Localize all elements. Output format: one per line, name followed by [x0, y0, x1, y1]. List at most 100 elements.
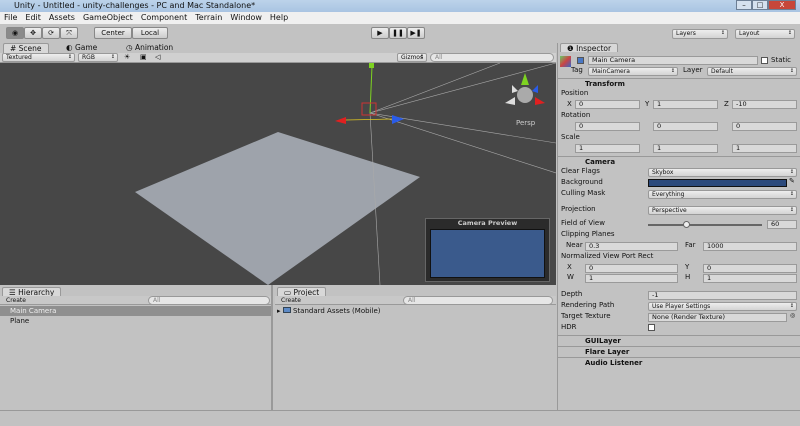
- camera-frustum-line: [369, 63, 501, 114]
- audio-listener-title: Audio Listener: [585, 359, 643, 367]
- audio-icon[interactable]: ◁: [155, 53, 160, 61]
- projection-dropdown[interactable]: Perspective: [648, 206, 797, 215]
- channel-dropdown[interactable]: RGB: [78, 53, 118, 62]
- camera-title: Camera: [585, 158, 616, 166]
- layers-dropdown[interactable]: Layers: [672, 29, 728, 39]
- viewport-y-field[interactable]: 0: [703, 264, 797, 273]
- projection-label: Projection: [561, 205, 596, 213]
- minimize-button[interactable]: –: [736, 0, 752, 10]
- hierarchy-create-button[interactable]: Create: [6, 296, 26, 305]
- viewport-h-field[interactable]: 1: [703, 274, 797, 283]
- pause-button[interactable]: ❚❚: [389, 27, 407, 39]
- position-z-field[interactable]: -10: [732, 100, 797, 109]
- near-label: Near: [566, 241, 583, 249]
- transform-header[interactable]: Transform: [557, 78, 800, 89]
- static-checkbox[interactable]: [761, 57, 768, 64]
- scale-z-field[interactable]: 1: [732, 144, 797, 153]
- tag-dropdown[interactable]: MainCamera: [588, 67, 678, 76]
- camera-preview: Camera Preview: [425, 218, 550, 282]
- tab-game[interactable]: ◐ Game: [60, 43, 103, 53]
- hierarchy-item[interactable]: Main Camera: [0, 306, 271, 316]
- tab-scene[interactable]: # Scene: [3, 43, 49, 53]
- expand-arrow-icon[interactable]: ▸: [277, 307, 281, 315]
- culling-mask-dropdown[interactable]: Everything: [648, 190, 797, 199]
- grid-icon: #: [10, 44, 19, 53]
- scene-search-input[interactable]: All: [430, 53, 554, 62]
- view-tool-button[interactable]: ◉: [6, 27, 24, 39]
- x-axis-cone: [335, 117, 346, 124]
- position-x-field[interactable]: 0: [575, 100, 640, 109]
- viewport-w-field[interactable]: 1: [585, 274, 678, 283]
- far-field[interactable]: 1000: [703, 242, 797, 251]
- menu-help[interactable]: Help: [266, 12, 292, 24]
- flare-layer-header[interactable]: Flare Layer: [557, 346, 800, 357]
- tab-hierarchy[interactable]: ☰ Hierarchy: [2, 287, 62, 297]
- move-tool-button[interactable]: ✥: [24, 27, 42, 39]
- rotate-tool-button[interactable]: ⟳: [42, 27, 60, 39]
- lighting-icon[interactable]: ☀: [124, 53, 130, 61]
- background-color-swatch[interactable]: [648, 179, 787, 187]
- hierarchy-item[interactable]: Plane: [0, 316, 271, 326]
- pivot-center-button[interactable]: Center: [94, 27, 132, 39]
- close-button[interactable]: X: [768, 0, 796, 10]
- project-search-input[interactable]: All: [403, 296, 553, 305]
- axis-label: X: [567, 100, 572, 108]
- hierarchy-search-input[interactable]: All: [148, 296, 270, 305]
- scale-y-field[interactable]: 1: [653, 144, 718, 153]
- position-y-field[interactable]: 1: [653, 100, 718, 109]
- object-name-field[interactable]: Main Camera: [588, 56, 758, 65]
- y-axis-cone: [369, 63, 374, 68]
- rotation-z-field[interactable]: 0: [732, 122, 797, 131]
- step-button[interactable]: ▶❚: [407, 27, 425, 39]
- object-picker-icon[interactable]: ◎: [790, 312, 795, 319]
- viewport-w-label: W: [567, 273, 574, 281]
- fov-slider-thumb[interactable]: [682, 221, 690, 228]
- rotation-x-field[interactable]: 0: [575, 122, 640, 131]
- menu-terrain[interactable]: Terrain: [191, 12, 226, 24]
- tab-animation[interactable]: ◷ Animation: [120, 43, 179, 53]
- maximize-button[interactable]: □: [752, 0, 768, 10]
- pivot-local-button[interactable]: Local: [132, 27, 168, 39]
- static-label: Static: [771, 56, 792, 64]
- tab-inspector[interactable]: ❶ Inspector: [560, 43, 619, 53]
- active-checkbox[interactable]: [577, 57, 584, 64]
- eyedropper-icon[interactable]: ✎: [789, 177, 795, 185]
- scale-x-field[interactable]: 1: [575, 144, 640, 153]
- depth-field[interactable]: -1: [648, 291, 797, 300]
- layer-dropdown[interactable]: Default: [707, 67, 797, 76]
- hdr-checkbox[interactable]: [648, 324, 655, 331]
- rotation-y-field[interactable]: 0: [653, 122, 718, 131]
- rendering-path-dropdown[interactable]: Use Player Settings: [648, 302, 797, 311]
- scale-tool-button[interactable]: ⤧: [60, 27, 78, 39]
- tab-project[interactable]: ▭ Project: [277, 287, 327, 297]
- menu-component[interactable]: Component: [137, 12, 191, 24]
- play-button[interactable]: ▶: [371, 27, 389, 39]
- menu-file[interactable]: File: [0, 12, 21, 24]
- menu-edit[interactable]: Edit: [21, 12, 45, 24]
- menu-window[interactable]: Window: [226, 12, 266, 24]
- camera-header[interactable]: Camera: [557, 156, 800, 167]
- hdr-label: HDR: [561, 323, 577, 331]
- window-title: Unity - Untitled - unity-challenges - PC…: [14, 1, 256, 10]
- audio-listener-header[interactable]: Audio Listener: [557, 357, 800, 368]
- fov-field[interactable]: 60: [767, 220, 797, 229]
- viewport-x-field[interactable]: 0: [585, 264, 678, 273]
- target-texture-field[interactable]: None (Render Texture): [648, 313, 787, 322]
- menu-assets[interactable]: Assets: [45, 12, 79, 24]
- clear-flags-dropdown[interactable]: Skybox: [648, 168, 797, 177]
- gameobject-cube-icon: [560, 56, 571, 67]
- render-mode-dropdown[interactable]: Textured: [2, 53, 75, 62]
- fov-slider[interactable]: [648, 221, 762, 228]
- project-item[interactable]: ▸ Standard Assets (Mobile): [277, 306, 380, 316]
- axis-handle: [345, 118, 393, 121]
- menu-bar: File Edit Assets GameObject Component Te…: [0, 12, 800, 24]
- gizmos-dropdown[interactable]: Gizmos: [397, 53, 427, 62]
- scene-view[interactable]: Persp Camera Preview: [0, 63, 556, 285]
- menu-gameobject[interactable]: GameObject: [79, 12, 137, 24]
- image-icon[interactable]: ▣: [140, 53, 147, 61]
- near-field[interactable]: 0.3: [585, 242, 678, 251]
- plane-mesh: [135, 132, 420, 285]
- project-create-button[interactable]: Create: [281, 296, 301, 305]
- layout-dropdown[interactable]: Layout: [735, 29, 795, 39]
- guilayer-header[interactable]: GUILayer: [557, 335, 800, 346]
